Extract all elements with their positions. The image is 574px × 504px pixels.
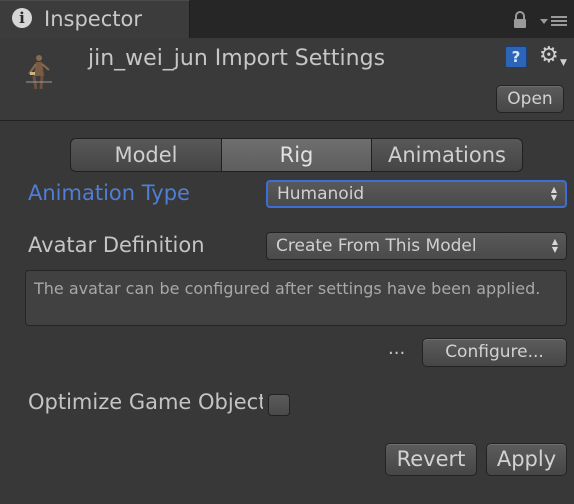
- gear-dropdown-arrow-icon[interactable]: ▼: [560, 58, 567, 68]
- gear-icon[interactable]: ⚙: [539, 44, 559, 68]
- info-icon: i: [12, 8, 32, 28]
- header-divider: [0, 120, 574, 121]
- inspector-tab[interactable]: i Inspector: [0, 0, 190, 38]
- tab-menu-icon[interactable]: [540, 14, 568, 28]
- open-button[interactable]: Open: [496, 85, 564, 113]
- avatar-definition-label: Avatar Definition: [28, 233, 205, 257]
- help-book-icon[interactable]: ?: [505, 46, 527, 68]
- dropdown-arrows-icon: ▲ ▼: [550, 185, 557, 202]
- revert-button[interactable]: Revert: [385, 443, 477, 476]
- avatar-definition-value: Create From This Model: [276, 236, 477, 256]
- optimize-game-object-label: Optimize Game Object: [28, 390, 263, 414]
- lock-icon[interactable]: [513, 11, 527, 29]
- configure-button[interactable]: Configure...: [422, 338, 567, 367]
- asset-title: jin_wei_jun Import Settings: [88, 46, 386, 71]
- apply-button[interactable]: Apply: [486, 443, 567, 476]
- animation-type-value: Humanoid: [277, 184, 365, 204]
- animation-type-label: Animation Type: [28, 181, 190, 205]
- model-figure-icon: [26, 55, 52, 90]
- optimize-game-object-checkbox[interactable]: [268, 394, 290, 416]
- tab-rig[interactable]: Rig: [221, 138, 372, 172]
- animation-type-dropdown[interactable]: Humanoid ▲ ▼: [266, 180, 567, 208]
- dropdown-arrows-icon: ▲ ▼: [551, 237, 558, 254]
- tab-animations[interactable]: Animations: [371, 138, 523, 172]
- configure-ellipsis: ...: [388, 338, 406, 359]
- avatar-definition-dropdown[interactable]: Create From This Model ▲ ▼: [266, 232, 567, 260]
- inspector-tab-title: Inspector: [44, 7, 142, 31]
- avatar-help-box: The avatar can be configured after setti…: [25, 270, 567, 326]
- tab-model[interactable]: Model: [70, 138, 222, 172]
